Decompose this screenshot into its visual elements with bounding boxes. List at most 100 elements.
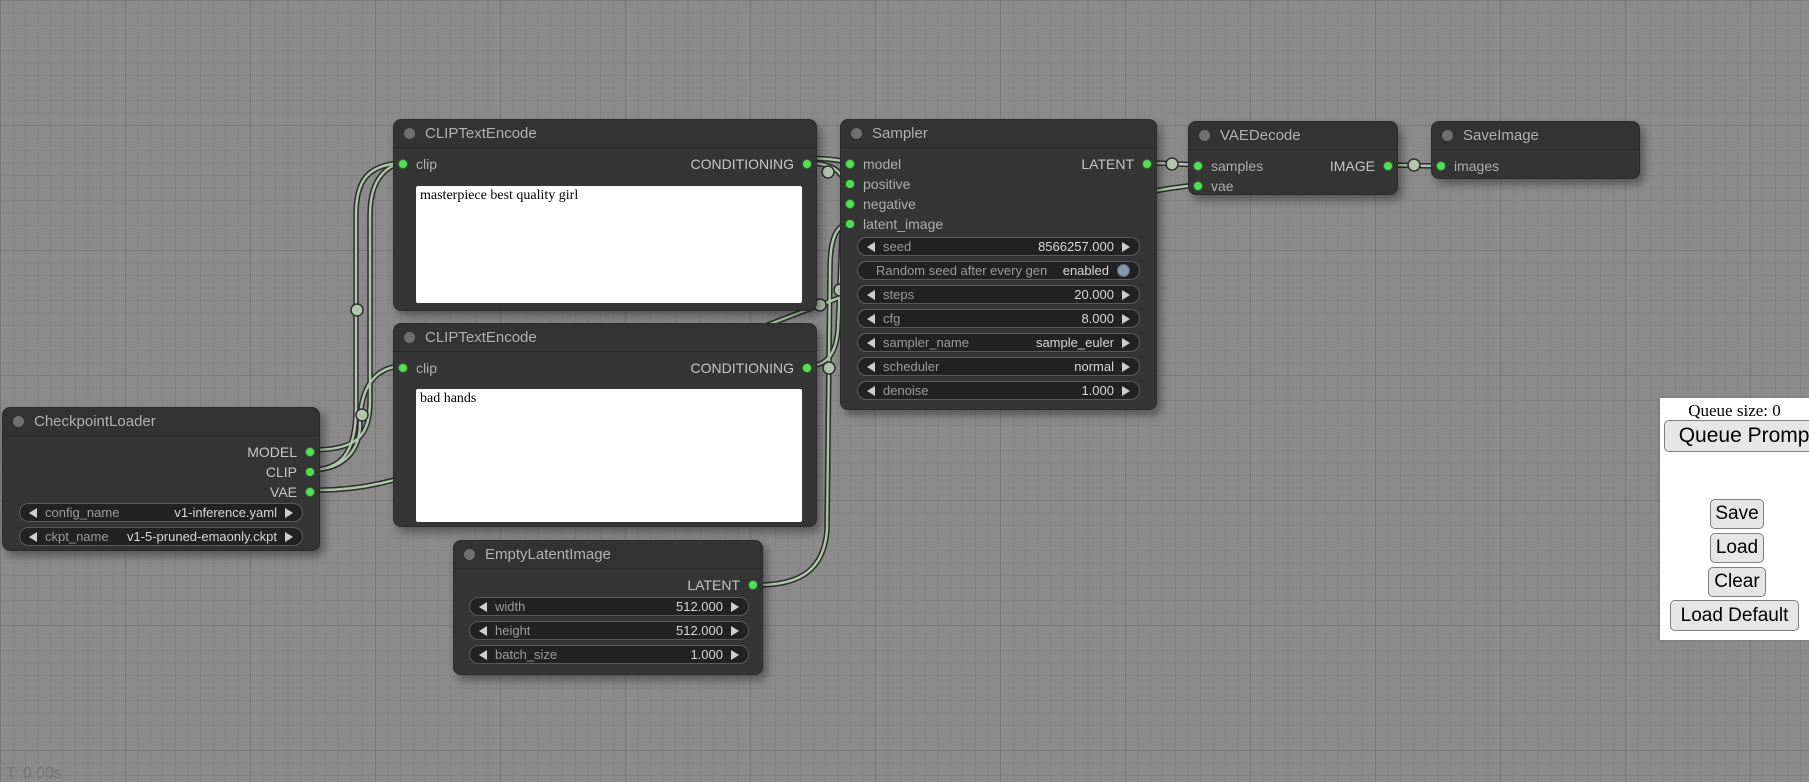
- widget-label: ckpt_name: [45, 529, 109, 544]
- widget-value[interactable]: normal: [1074, 359, 1114, 374]
- decrement-arrow-icon[interactable]: [867, 386, 875, 396]
- widget-label: width: [495, 599, 525, 614]
- input-slot-images[interactable]: [1436, 161, 1446, 171]
- output-slot-conditioning[interactable]: [802, 159, 812, 169]
- decrement-arrow-icon[interactable]: [867, 314, 875, 324]
- increment-arrow-icon[interactable]: [1122, 338, 1130, 348]
- collapse-dot-icon[interactable]: [404, 128, 415, 139]
- collapse-dot-icon[interactable]: [1199, 130, 1210, 141]
- output-label: LATENT: [687, 577, 740, 593]
- decrement-arrow-icon[interactable]: [479, 626, 487, 636]
- node-titlebar[interactable]: EmptyLatentImage: [454, 541, 762, 569]
- input-slot-positive[interactable]: [845, 179, 855, 189]
- widget-value[interactable]: 20.000: [1074, 287, 1114, 302]
- node-empty-latent-image[interactable]: EmptyLatentImage LATENT width 512.000 he…: [453, 540, 763, 675]
- increment-arrow-icon[interactable]: [731, 626, 739, 636]
- decrement-arrow-icon[interactable]: [867, 362, 875, 372]
- widget-seed[interactable]: seed 8566257.000: [857, 237, 1140, 256]
- increment-arrow-icon[interactable]: [285, 508, 293, 518]
- collapse-dot-icon[interactable]: [13, 416, 24, 427]
- output-slot-vae[interactable]: [305, 487, 315, 497]
- input-slot-latent-image[interactable]: [845, 219, 855, 229]
- input-label: latent_image: [863, 216, 943, 232]
- output-slot-image[interactable]: [1383, 161, 1393, 171]
- comfyui-canvas[interactable]: { "canvas": { "status_text": "T: 0.00s" …: [0, 0, 1809, 782]
- output-slot-latent[interactable]: [748, 580, 758, 590]
- output-slot-latent[interactable]: [1142, 159, 1152, 169]
- node-clip-text-encode-positive[interactable]: CLIPTextEncode clip CONDITIONING masterp…: [393, 119, 817, 311]
- widget-value[interactable]: 512.000: [676, 623, 723, 638]
- widget-value[interactable]: 512.000: [676, 599, 723, 614]
- widget-sampler-name[interactable]: sampler_name sample_euler: [857, 333, 1140, 352]
- output-slot-conditioning[interactable]: [802, 363, 812, 373]
- collapse-dot-icon[interactable]: [404, 332, 415, 343]
- decrement-arrow-icon[interactable]: [479, 602, 487, 612]
- increment-arrow-icon[interactable]: [1122, 386, 1130, 396]
- node-title: Sampler: [872, 125, 928, 142]
- node-checkpoint-loader[interactable]: CheckpointLoader MODEL CLIP VAE config_n…: [2, 407, 320, 551]
- increment-arrow-icon[interactable]: [1122, 362, 1130, 372]
- widget-ckpt-name[interactable]: ckpt_name v1-5-pruned-emaonly.ckpt: [19, 527, 303, 546]
- widget-width[interactable]: width 512.000: [469, 597, 749, 616]
- clear-button[interactable]: Clear: [1708, 567, 1766, 597]
- node-titlebar[interactable]: VAEDecode: [1189, 122, 1397, 150]
- increment-arrow-icon[interactable]: [731, 602, 739, 612]
- node-clip-text-encode-negative[interactable]: CLIPTextEncode clip CONDITIONING bad han…: [393, 323, 817, 527]
- decrement-arrow-icon[interactable]: [867, 338, 875, 348]
- input-slot-negative[interactable]: [845, 199, 855, 209]
- increment-arrow-icon[interactable]: [1122, 290, 1130, 300]
- input-slot-clip[interactable]: [398, 363, 408, 373]
- widget-batch-size[interactable]: batch_size 1.000: [469, 645, 749, 664]
- node-save-image[interactable]: SaveImage images: [1431, 121, 1640, 179]
- toggle-circle-icon[interactable]: [1117, 264, 1130, 277]
- node-titlebar[interactable]: Sampler: [841, 120, 1156, 148]
- decrement-arrow-icon[interactable]: [867, 290, 875, 300]
- node-titlebar[interactable]: CLIPTextEncode: [394, 324, 816, 352]
- increment-arrow-icon[interactable]: [1122, 314, 1130, 324]
- node-titlebar[interactable]: CheckpointLoader: [3, 408, 319, 436]
- collapse-dot-icon[interactable]: [851, 128, 862, 139]
- widget-value[interactable]: 8.000: [1081, 311, 1114, 326]
- input-slot-model[interactable]: [845, 159, 855, 169]
- decrement-arrow-icon[interactable]: [867, 242, 875, 252]
- widget-steps[interactable]: steps 20.000: [857, 285, 1140, 304]
- widget-label: batch_size: [495, 647, 557, 662]
- output-slot-model[interactable]: [305, 447, 315, 457]
- widget-height[interactable]: height 512.000: [469, 621, 749, 640]
- prompt-textarea[interactable]: masterpiece best quality girl: [416, 186, 802, 303]
- decrement-arrow-icon[interactable]: [29, 508, 37, 518]
- widget-config-name[interactable]: config_name v1-inference.yaml: [19, 503, 303, 522]
- node-sampler[interactable]: Sampler model LATENT positive negative l…: [840, 119, 1157, 410]
- widget-value[interactable]: v1-inference.yaml: [174, 505, 277, 520]
- decrement-arrow-icon[interactable]: [29, 532, 37, 542]
- output-slot-clip[interactable]: [305, 467, 315, 477]
- input-slot-vae[interactable]: [1193, 181, 1203, 191]
- widget-value[interactable]: 1.000: [1081, 383, 1114, 398]
- widget-value[interactable]: 1.000: [690, 647, 723, 662]
- widget-cfg[interactable]: cfg 8.000: [857, 309, 1140, 328]
- input-slot-samples[interactable]: [1193, 161, 1203, 171]
- widget-value[interactable]: v1-5-pruned-emaonly.ckpt: [127, 529, 277, 544]
- load-default-button[interactable]: Load Default: [1670, 600, 1799, 631]
- output-label: IMAGE: [1330, 158, 1375, 174]
- widget-random-seed-toggle[interactable]: Random seed after every gen enabled: [857, 261, 1140, 280]
- node-title: CLIPTextEncode: [425, 329, 537, 346]
- load-button[interactable]: Load: [1710, 533, 1764, 563]
- increment-arrow-icon[interactable]: [731, 650, 739, 660]
- input-slot-clip[interactable]: [398, 159, 408, 169]
- widget-scheduler[interactable]: scheduler normal: [857, 357, 1140, 376]
- save-button[interactable]: Save: [1710, 499, 1764, 529]
- node-vae-decode[interactable]: VAEDecode samples IMAGE vae: [1188, 121, 1398, 195]
- collapse-dot-icon[interactable]: [464, 549, 475, 560]
- node-titlebar[interactable]: SaveImage: [1432, 122, 1639, 150]
- node-titlebar[interactable]: CLIPTextEncode: [394, 120, 816, 148]
- collapse-dot-icon[interactable]: [1442, 130, 1453, 141]
- widget-denoise[interactable]: denoise 1.000: [857, 381, 1140, 400]
- widget-value[interactable]: 8566257.000: [1038, 239, 1114, 254]
- queue-prompt-button[interactable]: Queue Prompt: [1664, 420, 1809, 452]
- increment-arrow-icon[interactable]: [285, 532, 293, 542]
- decrement-arrow-icon[interactable]: [479, 650, 487, 660]
- widget-value[interactable]: sample_euler: [1036, 335, 1114, 350]
- increment-arrow-icon[interactable]: [1122, 242, 1130, 252]
- prompt-textarea[interactable]: bad hands: [416, 389, 802, 522]
